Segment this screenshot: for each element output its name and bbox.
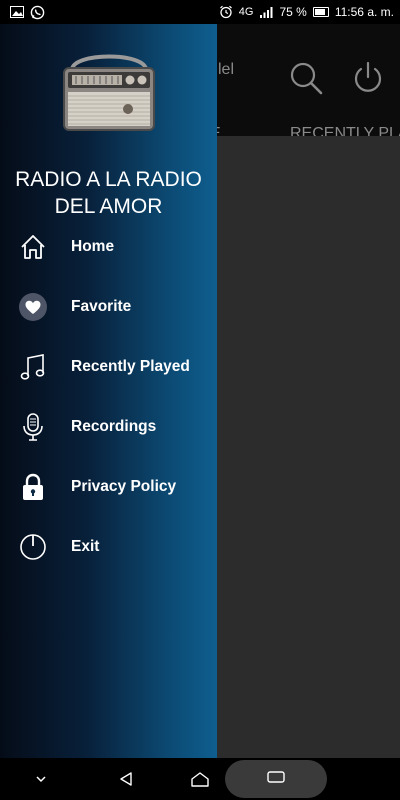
station-name-line2: DEL AMOR	[54, 195, 163, 218]
4g-signal-icon	[259, 6, 273, 18]
recents-button[interactable]	[225, 760, 327, 798]
heart-icon	[17, 291, 49, 323]
menu-item-recently-played[interactable]: Recently Played	[0, 337, 217, 397]
menu-label-home: Home	[71, 238, 115, 255]
whatsapp-icon	[30, 5, 45, 20]
status-bar-left	[10, 5, 45, 20]
microphone-icon	[17, 411, 49, 443]
app-title-fragment: lel	[218, 61, 235, 78]
menu-item-home[interactable]: Home	[0, 217, 217, 277]
battery-icon	[312, 7, 329, 17]
home-icon	[17, 231, 49, 263]
menu-label-exit: Exit	[71, 538, 100, 555]
system-nav-bar	[0, 758, 400, 800]
back-icon[interactable]	[114, 758, 138, 800]
network-type-label: 4G	[238, 6, 254, 18]
recents-icon	[267, 770, 285, 789]
search-icon[interactable]	[288, 60, 324, 101]
menu-item-exit[interactable]: Exit	[0, 517, 217, 577]
lock-icon	[17, 471, 49, 503]
alarm-icon	[219, 5, 233, 19]
menu-label-recordings: Recordings	[71, 418, 157, 435]
status-bar-right: 4G 75 % 11:56 a. m.	[219, 5, 394, 19]
home-icon[interactable]	[188, 758, 212, 800]
menu-label-recently-played: Recently Played	[71, 358, 190, 375]
status-bar: 4G 75 % 11:56 a. m.	[0, 0, 400, 24]
power-icon	[17, 531, 49, 563]
vintage-radio-image	[60, 48, 158, 134]
power-icon[interactable]	[352, 60, 384, 99]
menu-item-recordings[interactable]: Recordings	[0, 397, 217, 457]
menu-item-privacy-policy[interactable]: Privacy Policy	[0, 457, 217, 517]
station-name: RADIO A LA RADIO DEL AMOR	[0, 166, 217, 220]
menu-label-favorite: Favorite	[71, 298, 132, 315]
battery-percent: 75 %	[279, 5, 307, 19]
gallery-icon	[10, 6, 24, 18]
navigation-drawer: RADIO A LA RADIO DEL AMOR Home Favorite …	[0, 24, 217, 758]
music-note-icon	[17, 351, 49, 383]
menu-label-privacy-policy: Privacy Policy	[71, 478, 177, 495]
clock: 11:56 a. m.	[334, 5, 394, 19]
hide-keyboard-icon[interactable]	[30, 758, 52, 800]
menu-item-favorite[interactable]: Favorite	[0, 277, 217, 337]
station-name-line1: RADIO A LA RADIO	[15, 168, 202, 191]
